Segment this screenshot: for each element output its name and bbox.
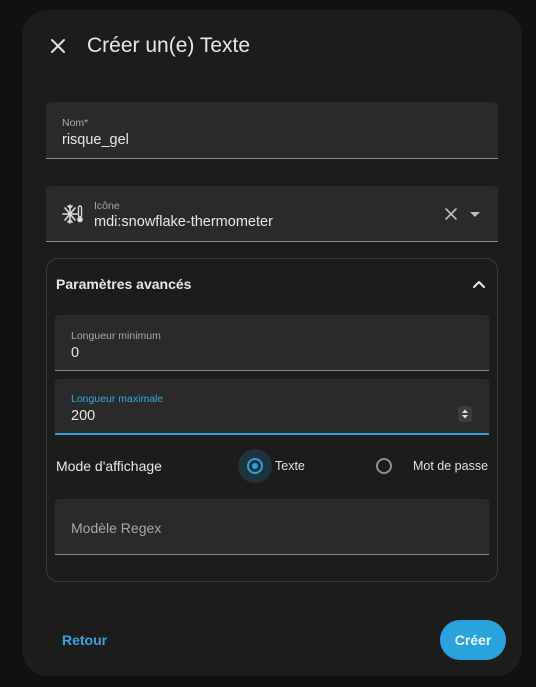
icon-field-label: Icône — [94, 200, 120, 212]
radio-password[interactable] — [376, 458, 392, 474]
clear-icon[interactable] — [443, 206, 459, 222]
display-mode-label: Mode d'affichage — [56, 458, 162, 474]
chevron-up-icon[interactable] — [471, 276, 487, 292]
advanced-settings-panel: Paramètres avancés Longueur minimum 0 Lo… — [46, 258, 498, 582]
number-spinner-icon[interactable] — [458, 406, 472, 422]
name-field-value[interactable]: risque_gel — [62, 132, 129, 148]
icon-field-value[interactable]: mdi:snowflake-thermometer — [94, 214, 273, 230]
snowflake-thermometer-icon — [62, 203, 84, 225]
dialog-title: Créer un(e) Texte — [87, 34, 251, 57]
create-button[interactable]: Créer — [440, 620, 506, 660]
name-field[interactable]: Nom* risque_gel — [46, 102, 498, 159]
icon-picker-field[interactable]: Icône mdi:snowflake-thermometer — [46, 186, 498, 242]
back-button[interactable]: Retour — [62, 632, 107, 648]
dropdown-arrow-icon[interactable] — [468, 207, 482, 221]
max-length-field[interactable]: Longueur maximale 200 — [55, 379, 489, 435]
regex-placeholder[interactable]: Modèle Regex — [71, 520, 161, 536]
max-length-label: Longueur maximale — [71, 393, 164, 405]
name-field-label: Nom* — [62, 117, 89, 129]
advanced-settings-header[interactable]: Paramètres avancés — [47, 259, 497, 307]
dialog-header: Créer un(e) Texte — [22, 10, 522, 82]
close-icon — [51, 39, 65, 53]
radio-texte-label[interactable]: Texte — [275, 459, 305, 473]
create-text-dialog: Créer un(e) Texte Nom* risque_gel Icône … — [22, 10, 522, 676]
radio-texte[interactable] — [247, 458, 263, 474]
radio-password-label[interactable]: Mot de passe — [413, 459, 488, 473]
advanced-settings-title: Paramètres avancés — [56, 276, 192, 292]
close-button[interactable] — [44, 32, 72, 60]
min-length-field[interactable]: Longueur minimum 0 — [55, 315, 489, 371]
min-length-label: Longueur minimum — [71, 330, 161, 342]
max-length-value[interactable]: 200 — [71, 408, 95, 424]
min-length-value[interactable]: 0 — [71, 345, 79, 361]
regex-field[interactable]: Modèle Regex — [55, 499, 489, 555]
